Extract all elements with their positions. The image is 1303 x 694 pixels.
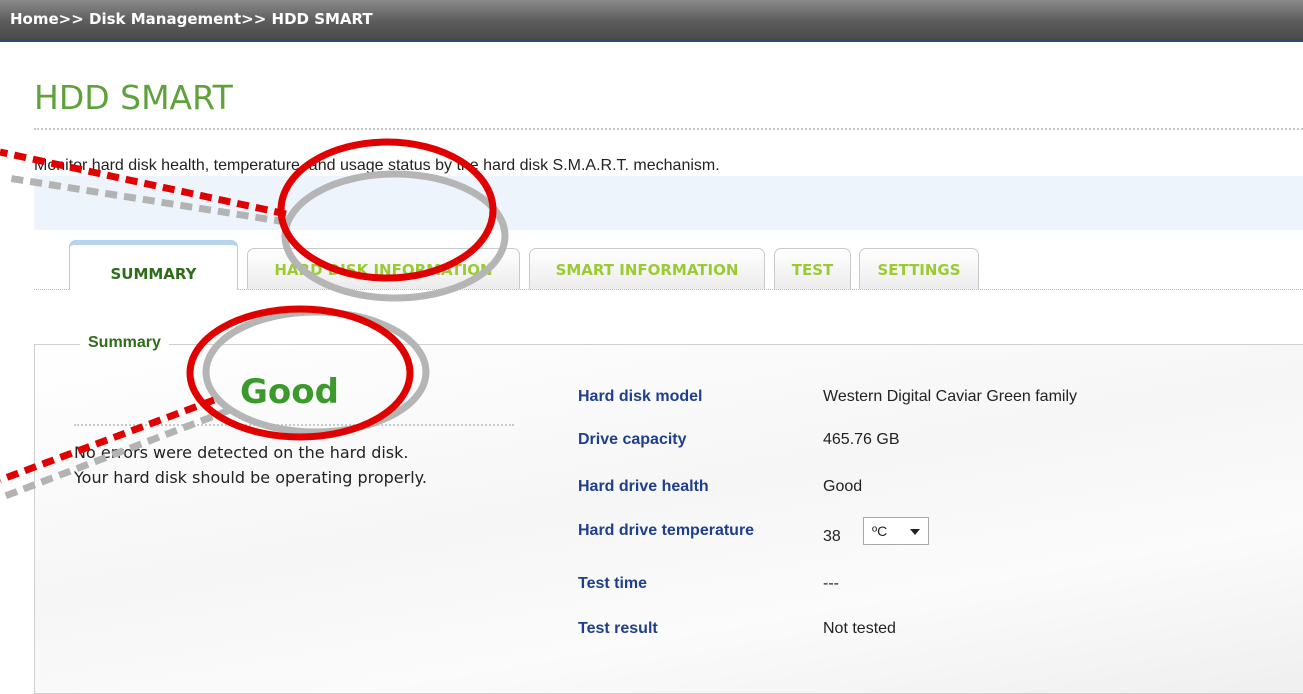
- tab-smart-information[interactable]: SMART INFORMATION: [529, 248, 765, 289]
- info-value: 465.76 GB: [823, 431, 900, 448]
- status-message-line-1: No errors were detected on the hard disk…: [74, 443, 409, 462]
- status-divider: [74, 424, 514, 426]
- description-band: [34, 176, 1303, 230]
- info-value: ---: [823, 575, 839, 592]
- temperature-unit-label: ºC: [872, 523, 888, 539]
- page-title: HDD SMART: [34, 78, 233, 117]
- title-divider: [34, 128, 1303, 130]
- tab-settings[interactable]: SETTINGS: [859, 248, 979, 289]
- summary-legend: Summary: [80, 334, 169, 352]
- info-value: Not tested: [823, 620, 896, 637]
- temperature-value: 38: [823, 528, 841, 545]
- status-message: No errors were detected on the hard disk…: [74, 440, 534, 490]
- info-label: Hard disk model: [578, 388, 703, 405]
- tab-test[interactable]: TEST: [774, 248, 851, 289]
- page-description: Monitor hard disk health, temperature, a…: [34, 157, 720, 174]
- chevron-down-icon: [910, 529, 920, 535]
- info-label: Test result: [578, 620, 658, 637]
- tab-summary[interactable]: SUMMARY: [69, 240, 238, 290]
- info-label: Test time: [578, 575, 648, 592]
- info-value: Western Digital Caviar Green family: [823, 388, 1078, 405]
- tab-hard-disk-information[interactable]: HARD DISK INFORMATION: [247, 248, 520, 289]
- info-label: Drive capacity: [578, 431, 687, 448]
- breadcrumb-bar: Home>> Disk Management>> HDD SMART: [0, 0, 1303, 42]
- breadcrumb: Home>> Disk Management>> HDD SMART: [10, 10, 373, 28]
- info-label: Hard drive temperature: [578, 522, 755, 539]
- health-status: Good: [240, 372, 339, 412]
- temperature-unit-select[interactable]: ºC: [863, 517, 929, 545]
- info-label: Hard drive health: [578, 478, 709, 495]
- status-message-line-2: Your hard disk should be operating prope…: [74, 468, 427, 487]
- info-value: Good: [823, 478, 863, 495]
